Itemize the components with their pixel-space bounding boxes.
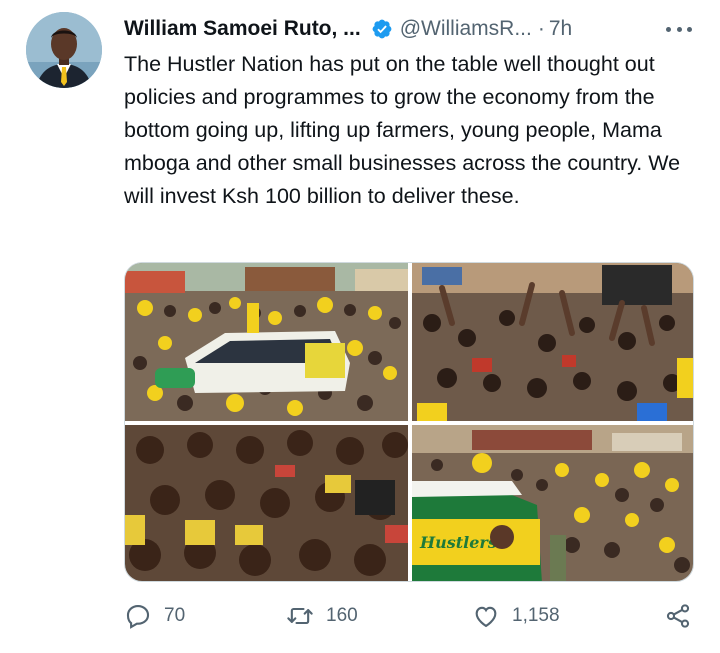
retweet-count: 160 (326, 605, 358, 626)
photo-hustlers-vehicle[interactable]: Hustlers (412, 425, 693, 581)
tweet-header: William Samoei Ruto, ... @WilliamsR... ·… (124, 14, 692, 44)
reply-icon (124, 602, 152, 630)
more-icon[interactable] (666, 18, 692, 40)
photo-crowd-hands[interactable] (412, 263, 693, 421)
verified-badge-icon (371, 18, 393, 40)
tweet-actions: 70 160 1,158 (124, 596, 694, 636)
reply-count: 70 (164, 605, 186, 626)
author-handle[interactable]: @WilliamsR... (400, 17, 532, 41)
author-name[interactable]: William Samoei Ruto, ... (124, 17, 361, 41)
timestamp[interactable]: 7h (549, 17, 572, 41)
like-button[interactable]: 1,158 (472, 596, 560, 636)
reply-button[interactable]: 70 (124, 596, 185, 636)
retweet-button[interactable]: 160 (286, 596, 358, 636)
tweet-text: The Hustler Nation has put on the table … (124, 52, 681, 208)
photo-crowd-closeup[interactable] (125, 425, 408, 581)
retweet-icon (286, 602, 314, 630)
avatar[interactable] (26, 12, 102, 88)
photo-crowd-vehicle[interactable] (125, 263, 408, 421)
media-grid: Hustlers (124, 262, 694, 582)
share-button[interactable] (664, 596, 692, 636)
like-icon (472, 602, 500, 630)
vehicle-decal-text: Hustlers (419, 533, 497, 552)
share-icon (664, 602, 692, 630)
separator-dot: · (537, 17, 545, 40)
tweet[interactable]: William Samoei Ruto, ... @WilliamsR... ·… (0, 0, 720, 653)
like-count: 1,158 (512, 605, 560, 626)
